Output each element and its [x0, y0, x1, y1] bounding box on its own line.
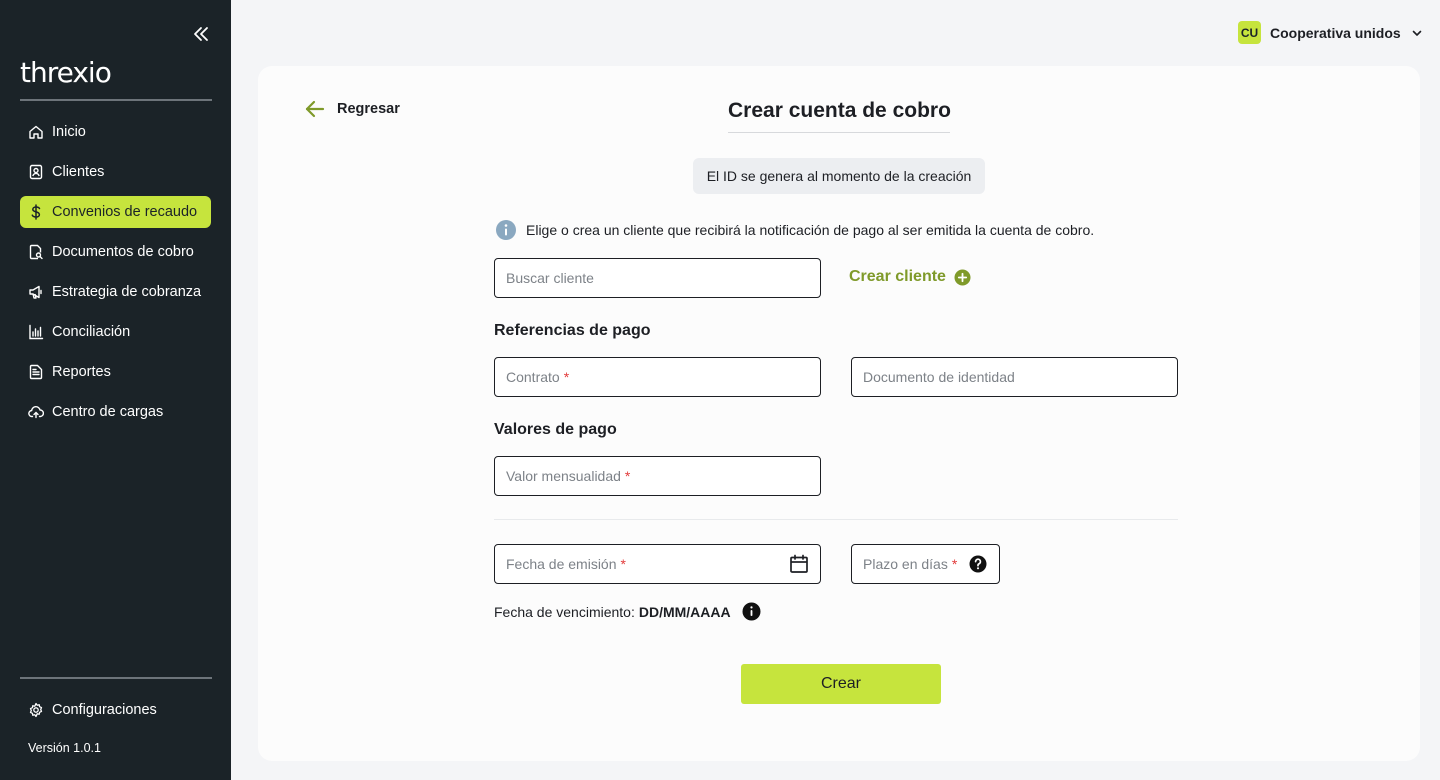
sidebar-item-label: Clientes — [52, 164, 105, 180]
logo-divider — [20, 99, 212, 101]
back-button[interactable]: Regresar — [303, 97, 400, 121]
payment-references-title: Referencias de pago — [494, 322, 651, 339]
required-mark: * — [951, 556, 958, 572]
issue-date-placeholder: Fecha de emisión — [506, 556, 617, 572]
sidebar-item-configuraciones[interactable]: Configuraciones — [20, 694, 211, 726]
issue-date-field[interactable]: Fecha de emisión * — [494, 544, 821, 584]
sidebar-item-label: Reportes — [52, 364, 111, 380]
id-document-field[interactable]: Documento de identidad — [851, 357, 1178, 397]
megaphone-icon — [29, 285, 42, 299]
required-mark: * — [563, 369, 570, 385]
bar-chart-icon — [29, 324, 44, 340]
settings-label: Configuraciones — [52, 702, 157, 718]
search-client-input[interactable]: Buscar cliente — [494, 258, 821, 298]
payment-values-title: Valores de pago — [494, 421, 617, 438]
info-icon[interactable] — [742, 602, 761, 621]
sidebar-item-label: Conciliación — [52, 324, 131, 340]
section-divider — [494, 519, 1178, 520]
sidebar-item-inicio[interactable]: Inicio — [20, 116, 211, 148]
sidebar-item-label: Inicio — [52, 124, 86, 140]
sidebar-bottom-divider — [20, 677, 212, 679]
page-title: Crear cuenta de cobro — [728, 99, 951, 122]
gear-icon — [29, 702, 43, 718]
home-icon — [29, 125, 43, 139]
sidebar-nav: Inicio Clientes Convenios de recaudo Doc… — [20, 116, 211, 436]
back-label: Regresar — [337, 101, 400, 117]
monthly-value-placeholder: Valor mensualidad — [506, 468, 621, 484]
contract-placeholder: Contrato — [506, 369, 560, 385]
document-search-icon — [29, 244, 43, 260]
add-circle-icon — [954, 269, 971, 285]
term-days-field[interactable]: Plazo en días * — [851, 544, 1000, 584]
org-avatar: CU — [1238, 21, 1261, 44]
contract-field[interactable]: Contrato * — [494, 357, 821, 397]
collapse-sidebar-icon[interactable] — [190, 24, 212, 44]
required-mark: * — [624, 468, 631, 484]
id-notice: El ID se genera al momento de la creació… — [693, 158, 985, 194]
sidebar-item-reportes[interactable]: Reportes — [20, 356, 211, 388]
due-date-label: Fecha de vencimiento: — [494, 603, 635, 620]
help-icon[interactable] — [968, 554, 988, 574]
sidebar-item-centro-cargas[interactable]: Centro de cargas — [20, 396, 211, 428]
sidebar-item-label: Convenios de recaudo — [52, 204, 198, 220]
info-icon — [496, 220, 516, 240]
sidebar-item-documentos[interactable]: Documentos de cobro — [20, 236, 211, 268]
calendar-icon[interactable] — [789, 554, 809, 574]
due-date-value: DD/MM/AAAA — [638, 603, 731, 620]
cloud-upload-icon — [28, 405, 44, 419]
create-button[interactable]: Crear — [741, 664, 941, 704]
create-client-label: Crear cliente — [849, 268, 946, 285]
sidebar-item-conciliacion[interactable]: Conciliación — [20, 316, 211, 348]
term-days-placeholder: Plazo en días — [863, 556, 948, 572]
app-version: Versión 1.0.1 — [28, 741, 101, 755]
report-icon — [29, 364, 43, 380]
create-client-button[interactable]: Crear cliente — [849, 268, 971, 286]
sidebar-item-label: Documentos de cobro — [52, 244, 194, 260]
sidebar-item-label: Centro de cargas — [52, 404, 164, 420]
sidebar: threxio Inicio Clientes Convenios de rec… — [0, 0, 231, 780]
title-underline — [728, 132, 950, 133]
sidebar-item-estrategia[interactable]: Estrategia de cobranza — [20, 276, 211, 308]
sidebar-item-label: Estrategia de cobranza — [52, 284, 202, 300]
sidebar-item-convenios[interactable]: Convenios de recaudo — [20, 196, 211, 228]
client-info-text: Elige o crea un cliente que recibirá la … — [526, 222, 1095, 238]
chevron-down-icon — [1412, 30, 1421, 36]
arrow-left-icon — [305, 100, 325, 118]
org-name: Cooperativa unidos — [1270, 24, 1401, 41]
brand-logo: threxio — [20, 56, 112, 89]
search-client-placeholder: Buscar cliente — [506, 270, 594, 286]
contact-card-icon — [29, 164, 43, 180]
dollar-icon — [31, 204, 41, 220]
monthly-value-field[interactable]: Valor mensualidad * — [494, 456, 821, 496]
id-document-placeholder: Documento de identidad — [863, 369, 1015, 385]
client-info: Elige o crea un cliente que recibirá la … — [495, 219, 1094, 241]
due-date-row: Fecha de vencimiento: DD/MM/AAAA — [494, 602, 761, 621]
required-mark: * — [620, 556, 626, 572]
sidebar-item-clientes[interactable]: Clientes — [20, 156, 211, 188]
org-switcher[interactable]: CU Cooperativa unidos — [1238, 21, 1423, 44]
